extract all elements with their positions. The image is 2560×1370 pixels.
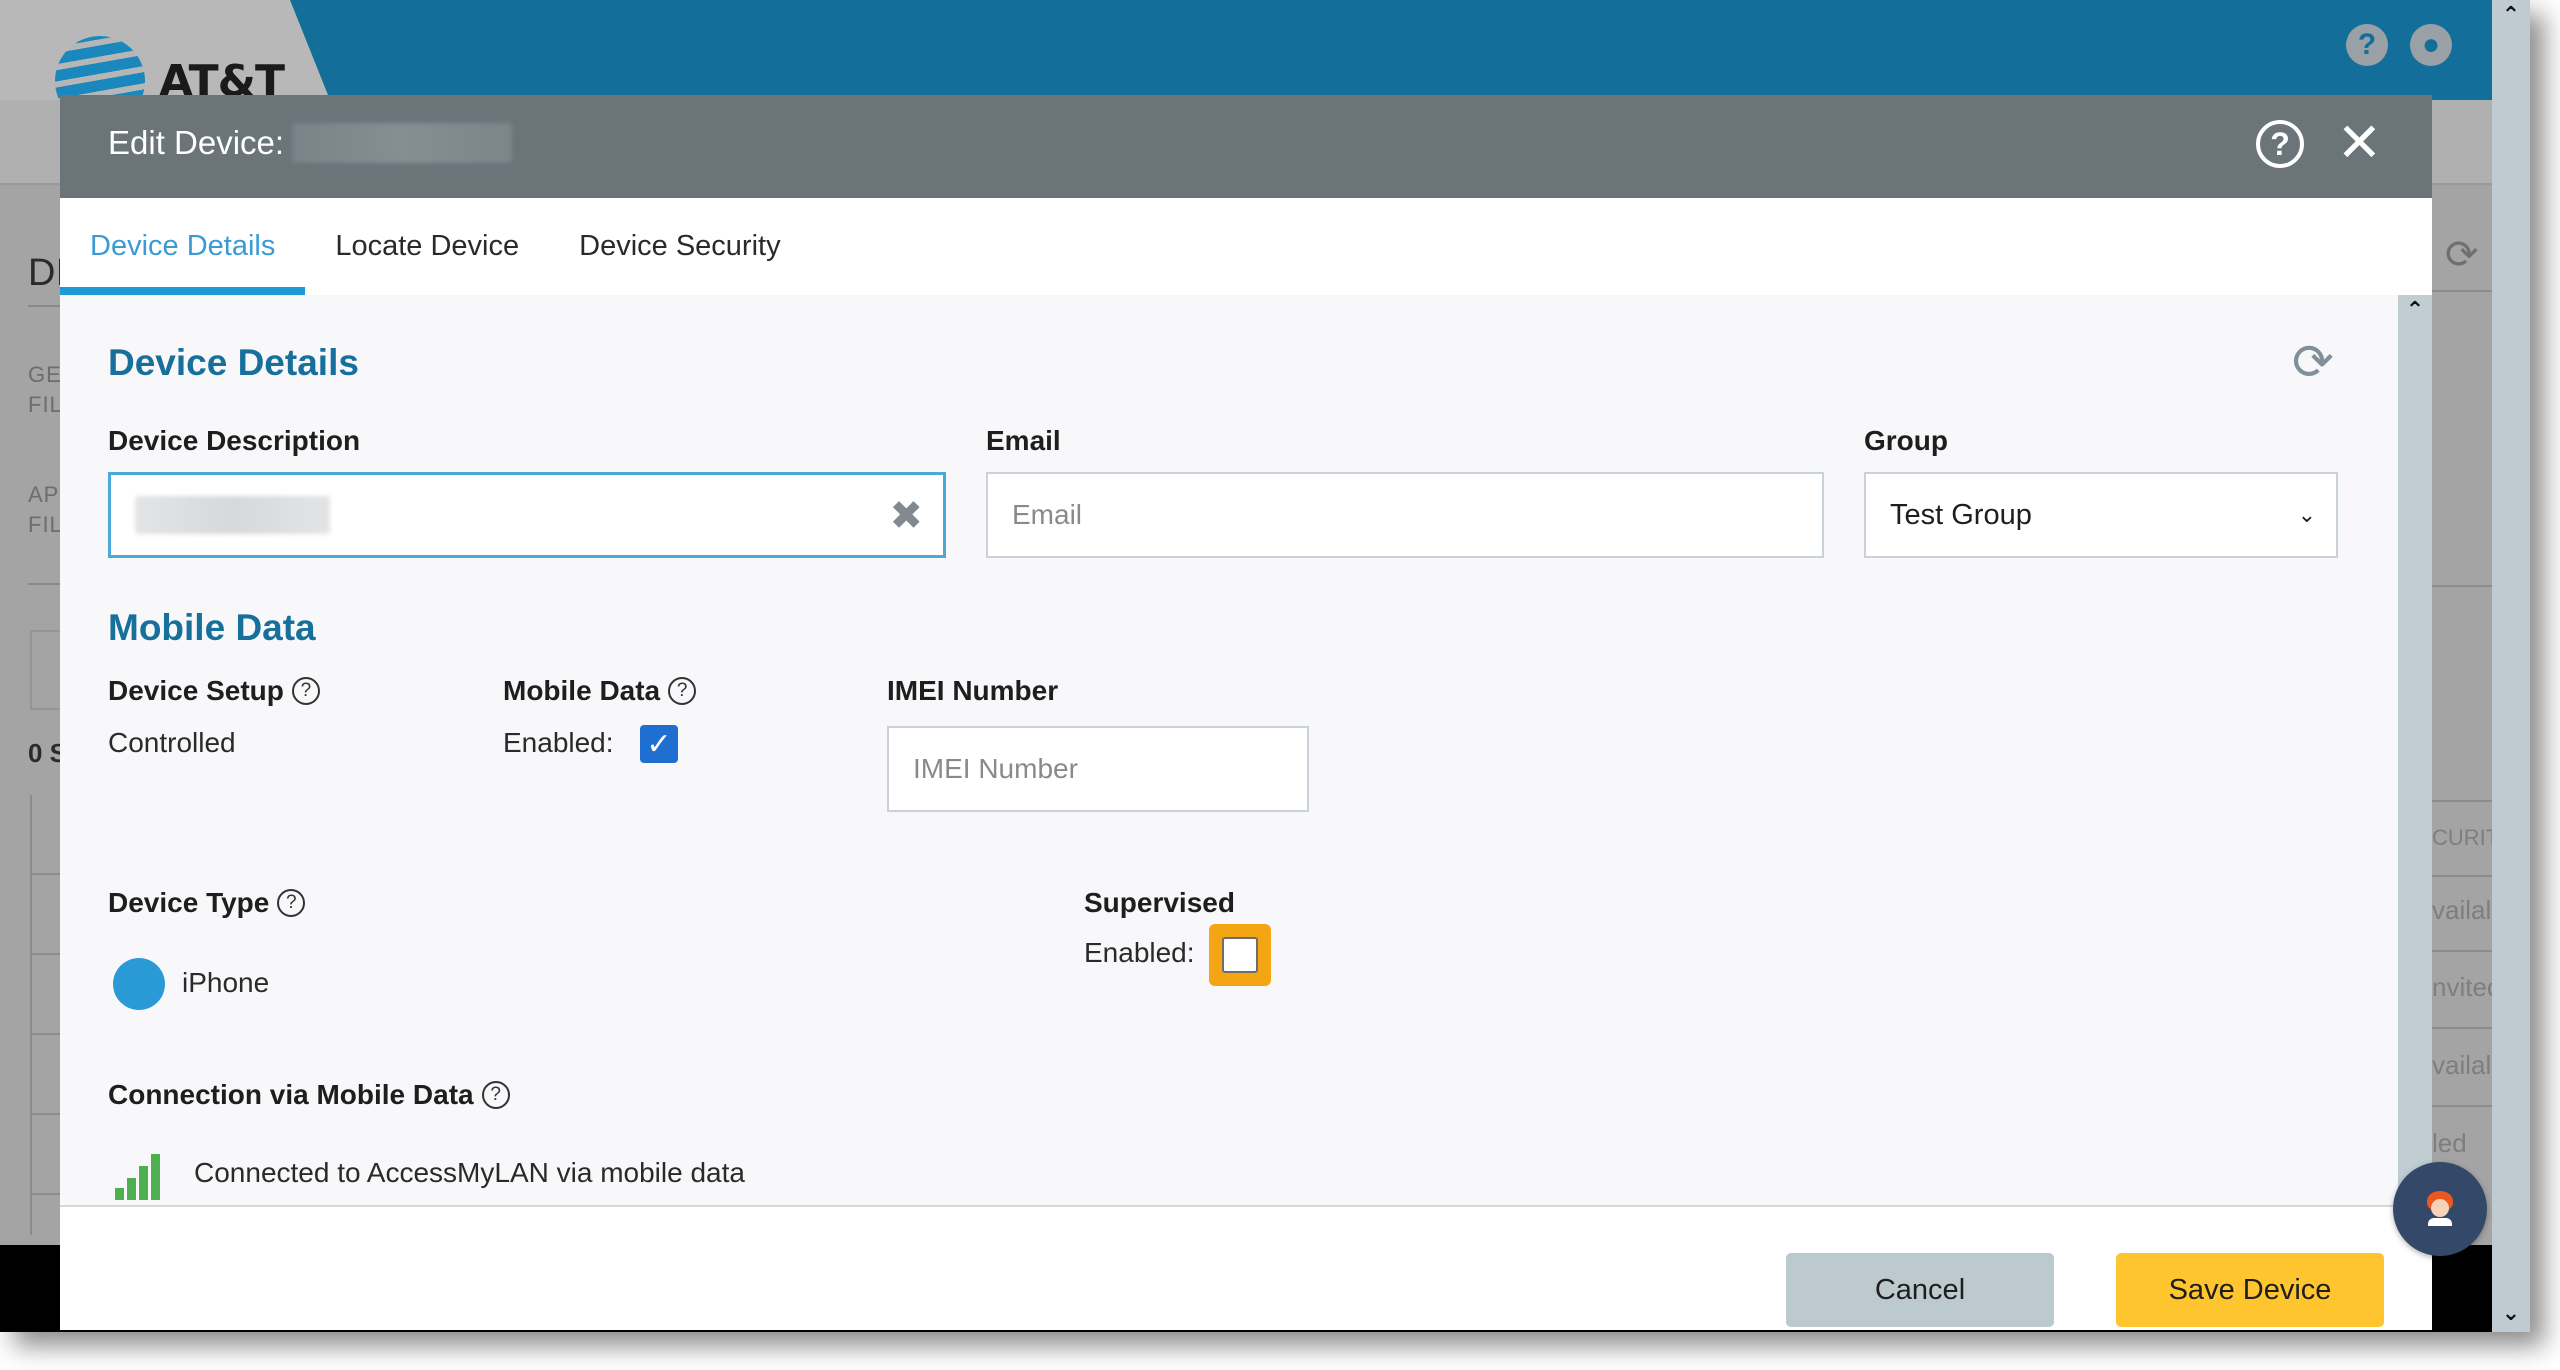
chat-assistant-button[interactable] xyxy=(2393,1162,2487,1256)
app-window: AT&T ? ● DI GE FIL AP FIL 0 S ⟳ CURIT va… xyxy=(0,0,2530,1332)
header-bar xyxy=(290,0,2492,100)
close-icon[interactable]: ✕ xyxy=(2337,113,2382,173)
tab-bar: Device Details Locate Device Device Secu… xyxy=(60,198,2432,295)
email-label: Email xyxy=(986,425,1061,456)
help-icon[interactable]: ? xyxy=(291,677,320,705)
supervised-checkbox[interactable] xyxy=(1209,924,1271,986)
divider xyxy=(2432,1027,2492,1029)
help-icon[interactable]: ? xyxy=(668,677,697,705)
bg-cell: vailal xyxy=(2432,1050,2492,1080)
divider xyxy=(2432,585,2492,587)
device-name-redacted xyxy=(292,123,513,163)
help-icon[interactable]: ? xyxy=(277,889,306,917)
apple-icon xyxy=(113,958,165,1010)
bg-cell: vailal xyxy=(2432,895,2492,925)
connection-label: Connection via Mobile Data ? xyxy=(108,1079,510,1111)
bg-cell: led xyxy=(2432,1128,2467,1158)
mobile-data-label: Mobile Data ? xyxy=(503,675,697,707)
device-description-redacted xyxy=(135,496,330,534)
device-type-label-text: Device Type xyxy=(108,887,270,918)
mobile-data-checkbox[interactable]: ✓ xyxy=(640,725,678,763)
header-icons: ? ● xyxy=(2346,24,2452,66)
bg-cell: nvitec xyxy=(2432,972,2492,1002)
divider xyxy=(2432,875,2492,877)
imei-label: IMEI Number xyxy=(887,675,1059,706)
email-input[interactable]: Email xyxy=(986,472,1824,558)
bg-column-header: CURIT xyxy=(2432,825,2492,850)
imei-input[interactable]: IMEI Number xyxy=(887,726,1309,812)
mobile-data-enabled-label: Enabled: xyxy=(503,727,614,758)
connection-status: Connected to AccessMyLAN via mobile data xyxy=(194,1157,745,1188)
tab-device-details[interactable]: Device Details xyxy=(60,198,306,295)
group-selected-value: Test Group xyxy=(1890,498,2032,531)
help-circle-icon[interactable]: ? xyxy=(2256,120,2304,168)
device-setup-value: Controlled xyxy=(108,727,236,758)
signal-bars-icon xyxy=(115,1152,160,1200)
help-icon[interactable]: ? xyxy=(2346,24,2388,66)
device-setup-label: Device Setup ? xyxy=(108,675,320,707)
scroll-down-icon[interactable]: ⌄ xyxy=(2492,1298,2530,1328)
bg-filter-label: GE xyxy=(28,362,62,387)
device-description-input[interactable]: ✖ xyxy=(108,472,946,558)
device-description-label: Device Description xyxy=(108,425,361,456)
modal-footer: Cancel Save Device xyxy=(60,1205,2432,1330)
help-icon[interactable]: ? xyxy=(481,1081,510,1109)
connection-label-text: Connection via Mobile Data xyxy=(108,1079,474,1110)
email-placeholder: Email xyxy=(1012,499,1083,530)
bg-filter-label: FIL xyxy=(28,392,63,417)
divider xyxy=(2432,950,2492,952)
modal-title-label: Edit Device: xyxy=(108,124,285,161)
refresh-icon[interactable]: ⟳ xyxy=(2292,333,2334,391)
modal-body: Device Details ⟳ Device Description ✖ Em… xyxy=(60,295,2398,1205)
group-label: Group xyxy=(1864,425,1948,456)
chevron-down-icon: ⌄ xyxy=(2297,502,2316,527)
assistant-avatar-icon xyxy=(2425,1191,2455,1227)
cancel-button[interactable]: Cancel xyxy=(1786,1253,2054,1327)
device-setup-label-text: Device Setup xyxy=(108,675,284,706)
divider xyxy=(2432,800,2492,802)
mobile-data-label-text: Mobile Data xyxy=(503,675,661,706)
tab-device-security[interactable]: Device Security xyxy=(549,198,810,295)
tab-locate-device[interactable]: Locate Device xyxy=(305,198,549,295)
checkbox-box xyxy=(1222,937,1258,973)
clear-icon[interactable]: ✖ xyxy=(889,493,923,539)
device-type-value: iPhone xyxy=(182,967,270,998)
save-device-button[interactable]: Save Device xyxy=(2116,1253,2384,1327)
divider xyxy=(2432,1105,2492,1107)
supervised-enabled-label: Enabled: xyxy=(1084,937,1195,968)
group-select[interactable]: Test Group ⌄ xyxy=(1864,472,2338,558)
scroll-up-icon[interactable]: ⌃ xyxy=(2492,0,2530,30)
page-scrollbar[interactable]: ⌃ ⌄ xyxy=(2492,0,2530,1332)
section-title-device-details: Device Details xyxy=(108,342,359,383)
supervised-label: Supervised xyxy=(1084,887,1235,918)
bg-filter-label: FIL xyxy=(28,512,63,537)
scroll-up-icon[interactable]: ⌃ xyxy=(2398,295,2432,325)
section-title-mobile-data: Mobile Data xyxy=(108,607,316,648)
modal-header: Edit Device: ? ✕ xyxy=(60,95,2432,198)
modal-scrollbar[interactable]: ⌃ xyxy=(2398,295,2432,1205)
modal-title: Edit Device: xyxy=(108,123,513,163)
bg-refresh-icon: ⟳ xyxy=(2445,233,2479,277)
imei-placeholder: IMEI Number xyxy=(913,753,1078,784)
account-icon[interactable]: ● xyxy=(2410,24,2452,66)
bg-filter-label: AP xyxy=(28,482,60,507)
divider xyxy=(2432,290,2492,292)
edit-device-modal: Edit Device: ? ✕ Device Details Locate D… xyxy=(60,95,2432,1330)
device-type-label: Device Type ? xyxy=(108,887,306,919)
